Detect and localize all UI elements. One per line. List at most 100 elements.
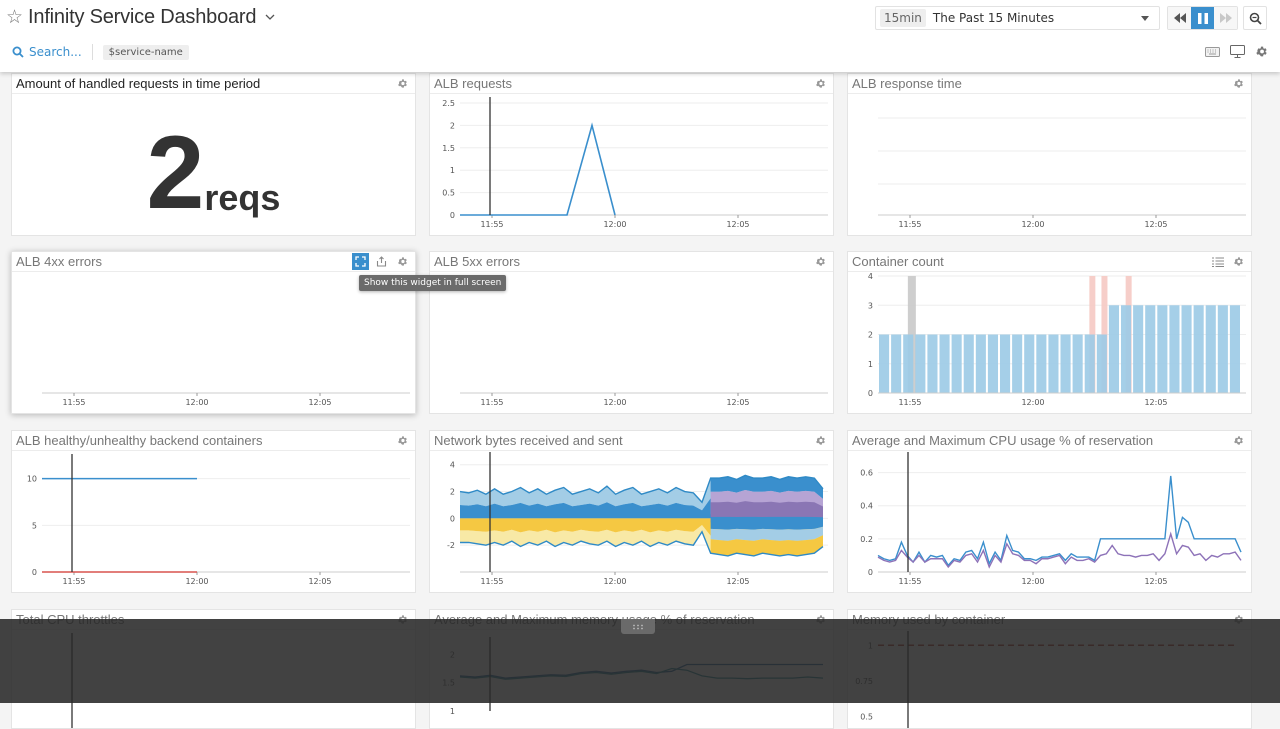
y-tick-label: 0 bbox=[450, 211, 455, 220]
widget-header: Average and Maximum CPU usage % of reser… bbox=[848, 431, 1251, 451]
x-tick-label: 12:05 bbox=[1144, 398, 1167, 407]
widget-settings-button[interactable] bbox=[812, 432, 829, 449]
widget-header: Container count bbox=[848, 252, 1251, 272]
widget-header: ALB 4xx errors bbox=[12, 252, 415, 272]
tv-mode-icon[interactable] bbox=[1230, 45, 1245, 58]
widget-actions bbox=[812, 253, 829, 270]
widget-settings-button[interactable] bbox=[812, 75, 829, 92]
widget-alb-response-time: ALB response time 11:55 12:00 12:05 bbox=[847, 73, 1252, 236]
template-variable-chip[interactable]: $service-name bbox=[102, 44, 189, 60]
gear-icon bbox=[815, 78, 826, 89]
gear-icon bbox=[397, 435, 408, 446]
divider bbox=[91, 44, 93, 60]
time-range-label: The Past 15 Minutes bbox=[932, 11, 1055, 25]
bar bbox=[1121, 305, 1132, 393]
y-tick-label: 0 bbox=[32, 568, 37, 577]
widget-settings-button[interactable] bbox=[1230, 253, 1247, 270]
search-icon bbox=[12, 46, 24, 58]
legend-toggle-button[interactable] bbox=[1209, 253, 1226, 270]
x-tick-label: 12:05 bbox=[1144, 577, 1167, 586]
gear-icon bbox=[815, 435, 826, 446]
x-tick-label: 12:05 bbox=[726, 398, 749, 407]
chart-alb-requests: 0 0.5 1 1.5 2 2.5 11:55 12:00 12:05 bbox=[442, 97, 828, 229]
y-tick-label: 0 bbox=[868, 389, 873, 398]
widget-title: Amount of handled requests in time perio… bbox=[16, 76, 261, 91]
widget-header: ALB 5xx errors bbox=[430, 252, 833, 272]
bar bbox=[1193, 305, 1204, 393]
keyboard-icon[interactable] bbox=[1205, 46, 1220, 57]
zoom-out-icon bbox=[1249, 12, 1262, 25]
star-icon[interactable]: ☆ bbox=[6, 3, 23, 31]
chart-alb-5xx: 11:55 12:00 12:05 bbox=[460, 392, 828, 407]
x-tick-label: 11:55 bbox=[480, 220, 503, 229]
forward-button[interactable] bbox=[1214, 7, 1237, 29]
drag-handle[interactable] bbox=[621, 619, 655, 634]
widget-settings-button[interactable] bbox=[1230, 75, 1247, 92]
widget-settings-button[interactable] bbox=[394, 75, 411, 92]
widget-body: 11:55 12:00 12:05 bbox=[12, 273, 415, 413]
gear-icon bbox=[397, 256, 408, 267]
fullscreen-button[interactable] bbox=[352, 253, 369, 270]
settings-gear-icon[interactable] bbox=[1255, 45, 1268, 58]
chart-alb-4xx: 11:55 12:00 12:05 bbox=[42, 392, 410, 407]
widget-title: Average and Maximum CPU usage % of reser… bbox=[852, 433, 1154, 448]
y-tick-label: 1 bbox=[450, 166, 455, 175]
widget-actions bbox=[1209, 253, 1247, 270]
widget-title: ALB 4xx errors bbox=[16, 254, 102, 269]
x-tick-label: 11:55 bbox=[62, 577, 85, 586]
y-tick-label: 0.4 bbox=[860, 502, 873, 511]
chart-cpu-usage: 0 0.2 0.4 0.6 11:55 12:00 12:05 bbox=[860, 452, 1246, 586]
bar bbox=[1024, 334, 1035, 393]
y-tick-label: 0.5 bbox=[442, 189, 455, 198]
bar bbox=[975, 334, 986, 393]
y-tick-label: 0.6 bbox=[860, 469, 873, 478]
widget-actions bbox=[812, 75, 829, 92]
bar bbox=[1096, 334, 1107, 393]
time-range-select[interactable]: 15min The Past 15 Minutes bbox=[875, 6, 1160, 30]
widget-body: 2 reqs bbox=[12, 95, 415, 235]
bar bbox=[1072, 334, 1083, 393]
query-value-unit: reqs bbox=[204, 177, 281, 218]
gear-icon bbox=[397, 78, 408, 89]
widget-alb-4xx: ALB 4xx errors 11:55 12:00 12:05 bbox=[11, 251, 416, 414]
widget-actions bbox=[394, 432, 411, 449]
bar bbox=[1000, 334, 1011, 393]
widget-settings-button[interactable] bbox=[1230, 432, 1247, 449]
caret-down-icon bbox=[1141, 15, 1149, 21]
y-tick-label: 4 bbox=[868, 273, 873, 281]
x-tick-label: 12:05 bbox=[726, 220, 749, 229]
y-tick-label: 0.5 bbox=[860, 713, 873, 722]
pause-button[interactable] bbox=[1191, 7, 1214, 29]
x-tick-label: 12:00 bbox=[603, 577, 626, 586]
x-tick-label: 11:55 bbox=[898, 398, 921, 407]
bar bbox=[951, 334, 962, 393]
x-tick-label: 11:55 bbox=[62, 398, 85, 407]
bar bbox=[1060, 334, 1071, 393]
bar bbox=[987, 334, 998, 393]
bar bbox=[879, 334, 890, 393]
x-tick-label: 12:00 bbox=[185, 398, 208, 407]
widget-settings-button[interactable] bbox=[394, 432, 411, 449]
dashboard-title[interactable]: Infinity Service Dashboard bbox=[28, 3, 256, 31]
query-value: 2 reqs bbox=[12, 121, 415, 225]
rewind-button[interactable] bbox=[1168, 7, 1191, 29]
zoom-out-button[interactable] bbox=[1243, 6, 1267, 30]
widget-settings-button[interactable] bbox=[394, 253, 411, 270]
chevron-down-icon[interactable] bbox=[265, 12, 275, 22]
playback-controls bbox=[1167, 6, 1238, 30]
widget-header: Network bytes received and sent bbox=[430, 431, 833, 451]
bar bbox=[1217, 305, 1228, 393]
y-tick-label: 0 bbox=[450, 514, 455, 523]
expand-icon bbox=[355, 256, 366, 267]
search-button[interactable]: Search... bbox=[12, 45, 82, 59]
y-tick-label: 4 bbox=[450, 461, 455, 470]
bar bbox=[939, 334, 950, 393]
chart-network-bytes: -2 0 2 4 11:55 12:00 12:05 bbox=[447, 452, 828, 586]
bar bbox=[1145, 305, 1156, 393]
x-tick-label: 12:05 bbox=[308, 577, 331, 586]
time-range-badge: 15min bbox=[880, 9, 926, 27]
chart-container-count: 0 1 2 3 4 11:55 12:00 12:05 bbox=[868, 273, 1246, 407]
dashboard-header: ☆ Infinity Service Dashboard Search... $… bbox=[0, 0, 1280, 72]
widget-settings-button[interactable] bbox=[812, 253, 829, 270]
share-button[interactable] bbox=[373, 253, 390, 270]
